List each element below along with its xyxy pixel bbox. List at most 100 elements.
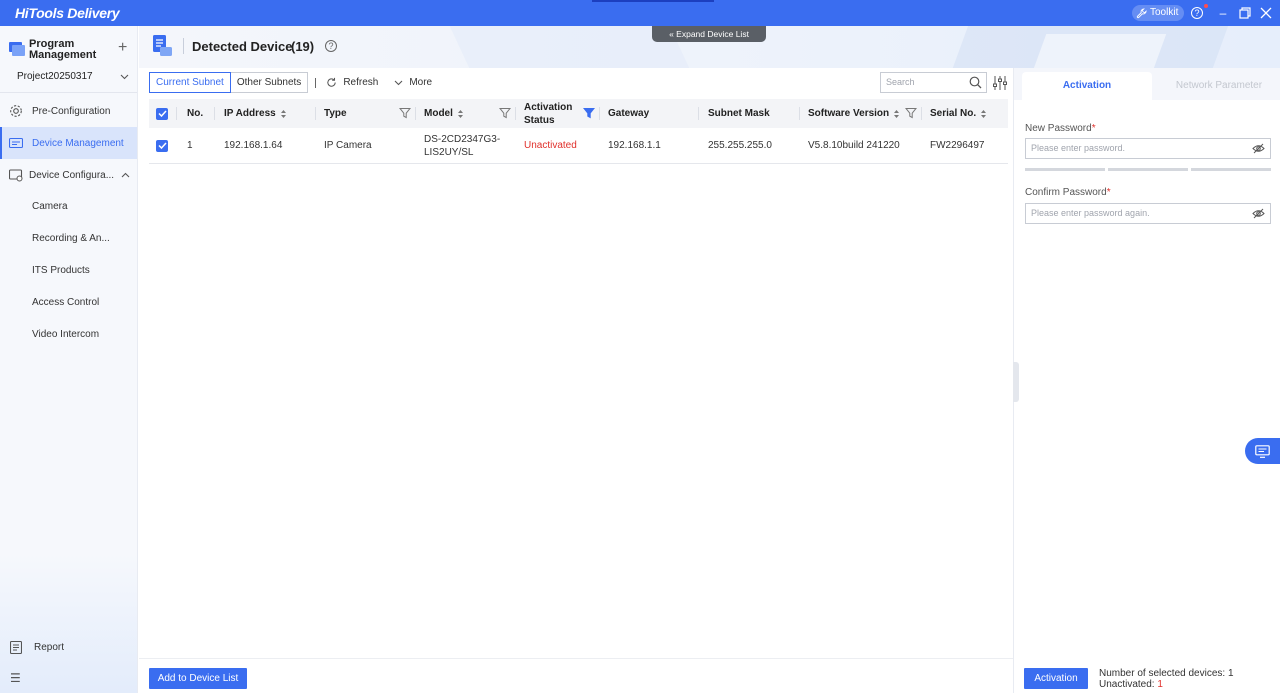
chevron-down-icon <box>394 80 403 85</box>
sidebar-item-device-configuration[interactable]: Device Configura... <box>0 159 137 191</box>
sidebar-subitem-its-products[interactable]: ITS Products <box>32 263 132 279</box>
expand-label: Expand Device List <box>676 29 749 39</box>
header-software-version[interactable]: Software Version <box>808 99 900 128</box>
filter-active-icon[interactable] <box>583 107 595 119</box>
device-count: (19) <box>291 39 315 54</box>
cell-ip-address: 192.168.1.64 <box>224 140 283 151</box>
header-ip-address[interactable]: IP Address <box>224 99 287 128</box>
checkbox-checked-icon <box>156 107 168 120</box>
unactivated-count: 1 <box>1157 679 1163 690</box>
sidebar-item-label: Pre-Configuration <box>32 105 111 117</box>
column-settings-icon[interactable] <box>992 75 1008 91</box>
new-password-text: New Password <box>1025 123 1092 134</box>
search-placeholder: Search <box>886 77 915 87</box>
floating-assistant-button[interactable] <box>1245 438 1280 464</box>
tab-network-parameter[interactable]: Network Parameter <box>1158 72 1280 100</box>
sidebar-divider <box>0 92 137 93</box>
eye-hidden-icon[interactable] <box>1252 143 1265 154</box>
cell-no: 1 <box>187 140 193 151</box>
sort-icon[interactable] <box>980 109 987 119</box>
sort-icon[interactable] <box>457 109 464 119</box>
list-bottom-bar: Add to Device List <box>139 658 1013 693</box>
sidebar-subitem-video-intercom[interactable]: Video Intercom <box>32 327 132 343</box>
program-icon <box>9 42 25 56</box>
header-no: No. <box>187 108 204 119</box>
filter-icon[interactable] <box>399 107 411 119</box>
panel-tabs: Activation Network Parameter <box>1014 68 1280 100</box>
confirm-password-text: Confirm Password <box>1025 187 1107 198</box>
restore-button[interactable] <box>1236 4 1254 22</box>
sidebar-subitem-camera[interactable]: Camera <box>32 199 132 215</box>
toolkit-button[interactable]: Toolkit <box>1132 5 1185 21</box>
header-model[interactable]: Model <box>424 99 464 128</box>
sidebar-subitem-access-control[interactable]: Access Control <box>32 295 132 311</box>
activation-panel: Activation Network Parameter New Passwor… <box>1013 68 1280 693</box>
more-button[interactable]: More <box>394 77 432 88</box>
program-management-title: Program Management <box>29 38 97 61</box>
tab-other-subnets[interactable]: Other Subnets <box>230 72 309 93</box>
close-button[interactable] <box>1257 4 1275 22</box>
search-input[interactable]: Search <box>880 72 987 93</box>
unactivated-summary: Unactivated: 1 <box>1099 679 1234 690</box>
chevron-down-icon <box>120 74 129 79</box>
table-row[interactable]: 1 192.168.1.64 IP Camera DS-2CD2347G3- L… <box>149 128 1008 164</box>
detected-device-icon <box>153 35 172 56</box>
filter-icon[interactable] <box>499 107 511 119</box>
select-all-checkbox[interactable] <box>156 99 168 128</box>
sort-icon[interactable] <box>280 109 287 119</box>
strength-segment <box>1025 168 1105 171</box>
sidebar-item-device-management[interactable]: Device Management <box>0 127 137 159</box>
header-decoration <box>1031 34 1167 68</box>
add-project-button[interactable]: + <box>118 40 127 56</box>
project-name: Project20250317 <box>17 71 93 82</box>
report-label: Report <box>34 642 65 653</box>
help-icon: ? <box>1191 7 1203 19</box>
more-label: More <box>409 77 433 88</box>
help-icon[interactable]: ? <box>325 40 337 52</box>
title-bar: HiTools Delivery Toolkit ? – <box>0 0 1280 26</box>
expand-device-list-button[interactable]: « Expand Device List <box>652 26 766 42</box>
row-checkbox[interactable] <box>156 128 168 163</box>
double-chevron-down-icon: « <box>669 29 674 39</box>
page-title: Detected Device <box>192 39 293 54</box>
header-ip-label: IP Address <box>224 108 276 119</box>
activation-button[interactable]: Activation <box>1024 668 1088 689</box>
column-divider <box>315 107 316 120</box>
selection-summary: Number of selected devices: 1 Unactivate… <box>1099 668 1234 690</box>
eye-hidden-icon[interactable] <box>1252 208 1265 219</box>
tab-current-subnet[interactable]: Current Subnet <box>149 72 231 93</box>
close-icon <box>1260 7 1272 19</box>
sidebar-subitem-recording[interactable]: Recording & An... <box>32 231 132 247</box>
list-toolbar: Current Subnet Other Subnets Refresh Mor… <box>149 72 448 93</box>
column-divider <box>515 107 516 120</box>
refresh-button[interactable]: Refresh <box>326 77 378 88</box>
minimize-button[interactable]: – <box>1214 4 1232 22</box>
project-select[interactable]: Project20250317 <box>17 71 129 82</box>
sidebar: Program Management + Project20250317 Pre… <box>0 26 138 693</box>
title-progress-indicator <box>592 0 714 2</box>
sidebar-item-report[interactable]: Report <box>0 641 137 654</box>
header-gateway: Gateway <box>608 108 650 119</box>
search-icon[interactable] <box>969 76 982 89</box>
header-serial-no[interactable]: Serial No. <box>930 99 987 128</box>
confirm-password-placeholder: Please enter password again. <box>1031 208 1150 218</box>
sidebar-item-pre-configuration[interactable]: Pre-Configuration <box>0 95 137 127</box>
new-password-placeholder: Please enter password. <box>1031 143 1126 153</box>
cell-gateway: 192.168.1.1 <box>608 140 661 151</box>
add-to-device-list-button[interactable]: Add to Device List <box>149 668 247 689</box>
header-model-label: Model <box>424 108 453 119</box>
confirm-password-field[interactable]: Please enter password again. <box>1025 203 1271 224</box>
page-header: Detected Device (19) ? « Expand Device L… <box>139 26 1280 68</box>
column-divider <box>176 107 177 120</box>
header-subnet-mask: Subnet Mask <box>708 108 770 119</box>
filter-icon[interactable] <box>905 107 917 119</box>
new-password-field[interactable]: Please enter password. <box>1025 138 1271 159</box>
chevron-up-icon[interactable] <box>121 172 130 178</box>
sort-icon[interactable] <box>893 109 900 119</box>
device-icon <box>8 135 24 151</box>
cell-subnet-mask: 255.255.255.0 <box>708 140 772 151</box>
column-divider <box>921 107 922 120</box>
collapse-sidebar-button[interactable]: ☰ <box>0 671 137 685</box>
tab-activation[interactable]: Activation <box>1022 72 1152 100</box>
panel-collapse-handle[interactable] <box>1013 362 1019 402</box>
